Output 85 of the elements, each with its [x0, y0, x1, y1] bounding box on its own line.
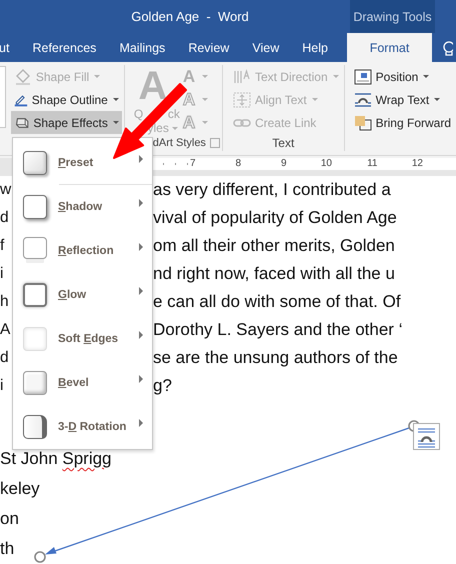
caret-icon [434, 98, 440, 102]
ribbon-tab[interactable]: Mailings [117, 33, 168, 62]
ribbon-tab[interactable]: References [30, 33, 98, 62]
lightbulb-icon[interactable] [443, 42, 453, 56]
window-title: Golden Age - Word [130, 8, 250, 26]
caret-icon [94, 75, 100, 78]
submenu-arrow-icon [139, 155, 143, 163]
position-button[interactable]: Position [350, 65, 454, 88]
caret-icon [172, 126, 178, 130]
rotated-box-icon [23, 415, 47, 439]
bring-forward-button[interactable]: Bring Forward [350, 111, 454, 134]
caret-icon [112, 121, 119, 124]
submenu-arrow-icon [139, 419, 143, 427]
ruler-number: 12 [410, 158, 424, 170]
text-line: f [0, 237, 4, 255]
text-direction-icon [234, 68, 250, 84]
caret-icon [423, 75, 430, 78]
text-line: nd right now, faced with all the u [153, 264, 395, 284]
text-line: g? [153, 376, 172, 396]
menu-item[interactable]: Soft Edges [13, 317, 152, 361]
wrap-text-icon [354, 93, 372, 107]
group-label: Text [272, 136, 294, 150]
wrap-text-button[interactable]: Wrap Text [350, 88, 454, 112]
submenu-arrow-icon [139, 199, 143, 207]
menu-item[interactable]: Bevel [13, 361, 152, 405]
preset-icon [23, 151, 47, 175]
shape-effects-icon [16, 118, 28, 128]
text-line: om all their other merits, Golden [153, 236, 395, 256]
submenu-arrow-icon [139, 243, 143, 251]
text-line: e can all do with some of that. Of [153, 292, 401, 312]
text-line: Dorothy L. Sayers and the other ‘ [153, 320, 402, 340]
text-line: th [0, 539, 14, 559]
ruler-number: 9 [280, 158, 288, 170]
text-line: se are the unsung authors of the [153, 348, 398, 368]
submenu-arrow-icon [139, 375, 143, 383]
caret-icon [332, 75, 339, 78]
ruler-number: 10 [320, 158, 333, 170]
caret-icon [202, 121, 208, 124]
menu-item[interactable]: Glow [13, 273, 152, 317]
bevel-effect-icon [23, 371, 47, 395]
text-line: St John Sprigg [0, 449, 112, 469]
ribbon-tab[interactable]: Review [186, 33, 232, 62]
text-line: vival of popularity of Golden Age [153, 208, 397, 228]
align-text-icon [233, 92, 250, 108]
text-line: on [0, 509, 19, 529]
caret-icon [202, 75, 208, 78]
text-line: d [0, 349, 9, 367]
text-line: A [0, 321, 10, 339]
link-icon [233, 119, 251, 127]
ribbon-tab[interactable]: Help [300, 33, 330, 62]
text-line: d [0, 209, 9, 227]
caret-icon [112, 98, 119, 102]
soft-edges-icon [23, 327, 47, 351]
shadow-effect-icon [23, 195, 47, 219]
position-icon [354, 69, 372, 84]
text-line: w [0, 181, 12, 199]
text-line: i [0, 265, 4, 283]
shape-outline-button[interactable]: Shape Outline [10, 88, 122, 112]
paint-bucket-icon [16, 68, 30, 85]
glow-effect-icon [23, 283, 47, 307]
dialog-launcher-icon[interactable] [210, 138, 220, 148]
shape-effects-button[interactable]: Shape Effects [10, 111, 122, 134]
ruler-number: 8 [234, 158, 242, 170]
ribbon-tab[interactable]: ut [0, 33, 12, 62]
pen-outline-icon [14, 95, 28, 106]
caret-icon [202, 98, 208, 102]
bring-forward-icon [354, 116, 372, 130]
menu-item[interactable]: Reflection [13, 229, 152, 273]
text-line: h [0, 293, 9, 311]
layout-options-icon[interactable] [413, 423, 440, 450]
text-line: i [0, 377, 4, 395]
submenu-arrow-icon [139, 287, 143, 295]
contextual-tab-header: Drawing Tools [350, 0, 435, 34]
resize-handle[interactable] [34, 551, 46, 563]
ribbon-tab[interactable]: View [250, 33, 282, 62]
ruler-number: 7 [188, 158, 196, 170]
submenu-arrow-icon [139, 331, 143, 339]
caret-icon [312, 98, 318, 102]
ribbon-tab[interactable]: Format [347, 33, 432, 62]
menu-item[interactable]: 3-D Rotation [13, 405, 152, 449]
text-line: as very different, I contributed a [153, 180, 391, 200]
group-label: dArt Styles [152, 137, 206, 150]
menu-item[interactable]: Shadow [13, 185, 152, 229]
ruler-number: 11 [366, 158, 378, 170]
text-line: keley [0, 479, 40, 499]
